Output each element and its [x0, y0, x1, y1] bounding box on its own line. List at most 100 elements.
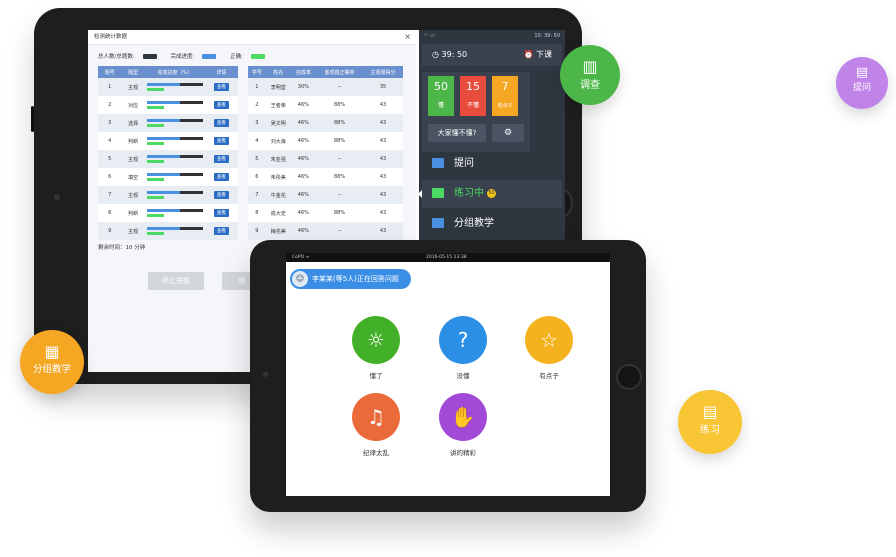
col-student-name: 姓名 [265, 66, 291, 78]
progress-cell [144, 132, 205, 150]
correct-bar [146, 124, 164, 127]
gear-icon: ⚙ [503, 128, 513, 138]
progress-bar [146, 191, 181, 194]
student-status-bar: CoPO ≈ 2016-05-15 13:38 [286, 253, 610, 262]
student-done: 46% [290, 168, 316, 186]
stats-title: 检测统计数据 [94, 34, 128, 40]
progress-bar [146, 101, 181, 104]
head-bulb-icon: ☼ [352, 316, 400, 364]
view-button[interactable]: 查看 [213, 227, 229, 235]
group-icon [432, 218, 444, 228]
ask-understand-button[interactable]: 大家懂不懂? [428, 124, 486, 142]
student-id: 7 [248, 186, 266, 204]
correct-bar [146, 214, 164, 217]
vote-label: 有点子 [497, 103, 513, 109]
practice-badge: 50 [487, 188, 496, 198]
reaction-label: 没懂 [456, 372, 470, 380]
bubble-label: 提问 [852, 83, 871, 93]
view-button[interactable]: 查看 [213, 101, 229, 109]
view-button[interactable]: 查看 [213, 119, 229, 127]
bubble-survey: ▥ 调查 [560, 45, 620, 105]
lightbulb-icon: ☆ [525, 316, 573, 364]
progress-cell [144, 204, 205, 222]
progress-bars [146, 171, 203, 183]
reaction-not-understood[interactable]: ? 没懂 [433, 316, 493, 380]
vote-count: 15 [466, 80, 480, 93]
bubble-ask: ▤ 提问 [836, 57, 888, 109]
menu-label: 分组教学 [454, 218, 494, 229]
bubble-group: ▦ 分组教学 [20, 330, 84, 394]
col-completion: 完成率 [290, 66, 316, 78]
student-row: 3 吴文明 46% 88% 43 [248, 114, 403, 132]
practice-icon [432, 188, 444, 198]
head-question-icon: ? [439, 316, 487, 364]
carrier: CoPO ≈ [292, 255, 310, 260]
question-table: 题号 题型 完成进度（%） 详情 1 主观 查看 2 对应 查看 3 选择 查看 4 判断 查看 5 主观… [98, 66, 238, 240]
menu-item-practice[interactable]: 练习中 50 [418, 180, 562, 208]
menu-item-group[interactable]: 分组教学 [422, 210, 562, 238]
view-button[interactable]: 查看 [213, 191, 229, 199]
view-button[interactable]: 查看 [213, 137, 229, 145]
student-row: 6 朱彤美 46% 88% 43 [248, 168, 403, 186]
student-name: 梅花美 [265, 222, 291, 240]
bubble-practice: ▤ 练习 [678, 390, 742, 454]
stop-answer-button[interactable]: 停止答题 [148, 272, 204, 290]
progress-bars [146, 207, 203, 219]
student-id: 6 [248, 168, 266, 186]
col-detail: 详情 [204, 66, 238, 78]
vote-understood: 50 懂 [428, 76, 454, 116]
status-datetime: 2016-05-15 13:38 [426, 255, 467, 260]
view-button[interactable]: 查看 [213, 83, 229, 91]
chat-icon [432, 158, 444, 168]
view-button[interactable]: 查看 [213, 173, 229, 181]
question-row: 8 判断 查看 [98, 204, 238, 222]
student-row: 7 牛金花 46% -- 43 [248, 186, 403, 204]
end-class-button[interactable]: ⏰ 下课 [523, 44, 552, 66]
student-score: 35 [363, 78, 403, 96]
settings-button[interactable]: ⚙ [492, 124, 524, 142]
reaction-great[interactable]: ✋ 讲的精彩 [433, 393, 493, 457]
student-name: 李明堂 [265, 78, 291, 96]
progress-cell [144, 96, 205, 114]
view-button[interactable]: 查看 [213, 209, 229, 217]
col-objective-accuracy: 客观题正确率 [315, 66, 364, 78]
question-no: 5 [98, 150, 122, 168]
group-icon: ▦ [44, 342, 60, 361]
vote-label: 不懂 [466, 102, 479, 109]
bubble-label: 调查 [580, 80, 600, 91]
student-id: 8 [248, 204, 266, 222]
student-done: 46% [290, 204, 316, 222]
close-icon[interactable]: × [404, 30, 411, 44]
reaction-has-idea[interactable]: ☆ 有点子 [519, 316, 579, 380]
progress-cell [144, 114, 205, 132]
progress-cell [144, 186, 205, 204]
reaction-understood[interactable]: ☼ 懂了 [346, 316, 406, 380]
student-screen: CoPO ≈ 2016-05-15 13:38 ☺ 李某某(等5人)正在回答问题 … [286, 253, 610, 496]
view-button[interactable]: 查看 [213, 155, 229, 163]
reaction-discipline[interactable]: ♫ 纪律太乱 [346, 393, 406, 457]
remaining-time: 剩余时间：10 分钟 [98, 245, 146, 251]
student-name: 吴文明 [265, 114, 291, 132]
correct-bar [146, 160, 164, 163]
correct-bar [146, 142, 164, 145]
progress-bar [146, 227, 181, 230]
detail-cell: 查看 [204, 132, 238, 150]
question-type: 主观 [121, 186, 145, 204]
student-score: 43 [363, 132, 403, 150]
question-row: 7 主观 查看 [98, 186, 238, 204]
home-button[interactable] [616, 364, 642, 390]
student-name: 牛金花 [265, 186, 291, 204]
timer-row: ◷ 39: 50 ⏰ 下课 [422, 44, 562, 66]
status-bar: ◠ ▭ 10: 39: 50 [419, 30, 565, 42]
question-table-header: 题号 题型 完成进度（%） 详情 [98, 66, 238, 78]
progress-bars [146, 153, 203, 165]
student-id: 1 [248, 78, 266, 96]
menu-item-ask[interactable]: 提问 [422, 150, 562, 178]
thumb-icon: ✋ [439, 393, 487, 441]
progress-bar [146, 209, 181, 212]
progress-bar [146, 173, 181, 176]
col-student-id: 学号 [248, 66, 266, 78]
vote-count: 7 [501, 80, 509, 93]
camera [263, 372, 268, 377]
question-row: 4 判断 查看 [98, 132, 238, 150]
